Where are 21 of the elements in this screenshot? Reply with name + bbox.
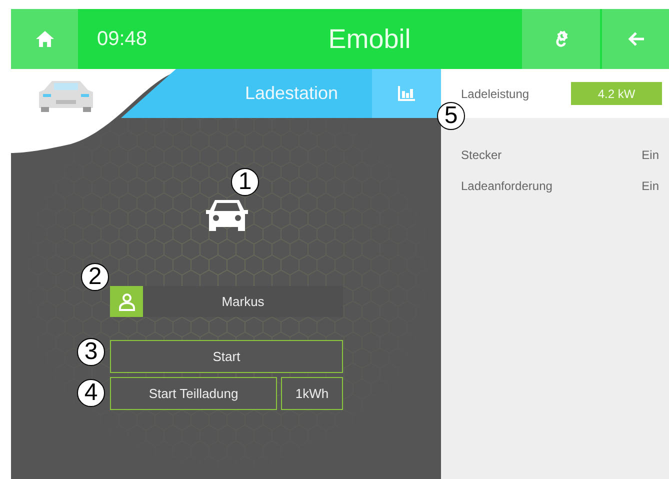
status-label: Ladeanforderung	[461, 178, 552, 192]
back-button[interactable]	[602, 9, 669, 69]
app-title: Emobil	[327, 22, 412, 56]
status-value: Ein	[642, 178, 659, 192]
status-label: Stecker	[461, 148, 502, 162]
home-icon	[36, 31, 54, 47]
status-value: Ein	[642, 148, 659, 162]
start-button[interactable]: Start	[110, 340, 343, 373]
user-name: Markus	[220, 293, 266, 311]
settings-button[interactable]	[522, 9, 600, 69]
back-arrow-icon	[626, 31, 644, 47]
clock-time: 09:48	[97, 26, 148, 52]
user-icon	[118, 292, 134, 310]
home-button[interactable]	[11, 9, 78, 69]
power-label: Ladeleistung	[461, 86, 530, 100]
bar-chart-icon	[398, 86, 415, 101]
partial-charge-button[interactable]: Start Teilladung	[110, 377, 277, 410]
chart-button[interactable]	[372, 69, 441, 118]
user-row[interactable]: Markus	[110, 286, 343, 317]
amount-button[interactable]: 1kWh	[281, 377, 343, 410]
power-value: 4.2 kW	[571, 82, 662, 105]
